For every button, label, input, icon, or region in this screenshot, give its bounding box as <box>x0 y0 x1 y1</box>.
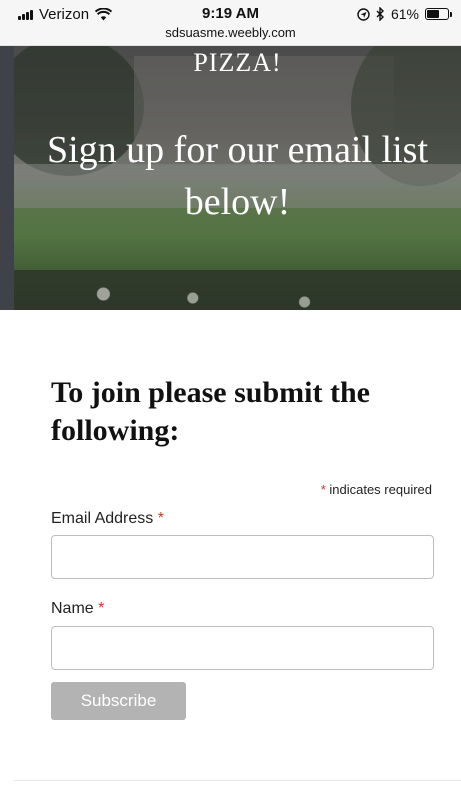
form-heading: To join please submit the following: <box>51 376 370 447</box>
required-asterisk: * <box>320 482 326 497</box>
bluetooth-icon <box>376 7 384 21</box>
name-label-text: Name <box>51 600 94 617</box>
battery-fill <box>427 10 440 18</box>
email-required-asterisk: * <box>157 510 164 527</box>
email-label: Email Address * <box>51 510 164 528</box>
required-note: * indicates required <box>321 482 432 497</box>
battery-percent: 61% <box>390 6 419 22</box>
required-note-text: indicates required <box>329 482 432 497</box>
address-url[interactable]: sdsuasme.weebly.com <box>0 25 461 40</box>
status-right: 61% <box>357 6 452 22</box>
subscribe-button[interactable]: Subscribe <box>51 682 186 720</box>
status-bar: Verizon 9:19 AM sdsuasme.weebly.com 61% <box>0 0 461 46</box>
battery-icon <box>425 8 452 20</box>
signup-form-section: To join please submit the following: * i… <box>14 310 461 780</box>
name-field[interactable] <box>51 626 434 670</box>
name-required-asterisk: * <box>98 600 105 617</box>
email-label-text: Email Address <box>51 510 154 527</box>
hero-banner: PIZZA! Sign up for our email list below! <box>14 46 461 310</box>
email-field[interactable] <box>51 535 434 579</box>
hero-headline: Sign up for our email list below! <box>46 129 429 223</box>
name-label: Name * <box>51 600 104 618</box>
hero-pizza-text: PIZZA! <box>193 48 282 77</box>
section-divider <box>14 780 461 781</box>
location-icon <box>357 7 370 21</box>
left-edge-strip <box>0 0 14 811</box>
